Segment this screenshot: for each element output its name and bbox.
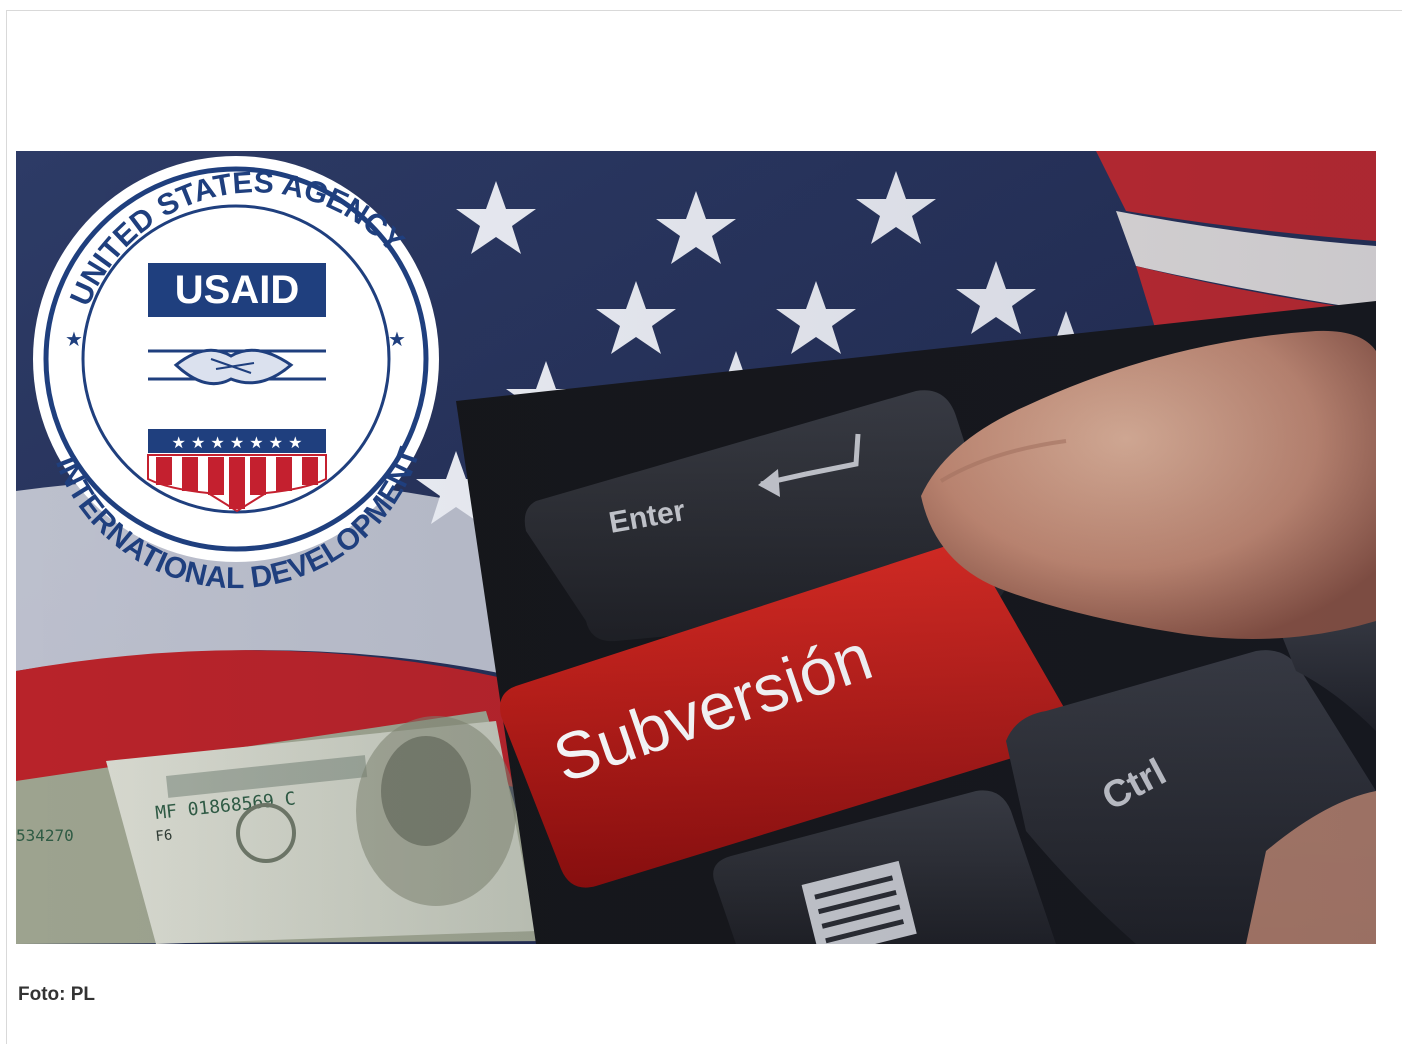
article-photo: MF 01868569 C F6 534270 Enter Subversión… bbox=[16, 151, 1376, 944]
usaid-seal: UNITED STATES AGENCY INTERNATIONAL DEVEL… bbox=[33, 156, 439, 595]
seal-star-right: ★ bbox=[388, 327, 406, 351]
usaid-wordmark: USAID bbox=[175, 268, 299, 312]
photo-caption: Foto: PL bbox=[18, 984, 96, 1005]
svg-text:★ ★ ★ ★ ★ ★ ★: ★ ★ ★ ★ ★ ★ ★ bbox=[172, 433, 303, 452]
seal-star-left: ★ bbox=[65, 327, 83, 351]
